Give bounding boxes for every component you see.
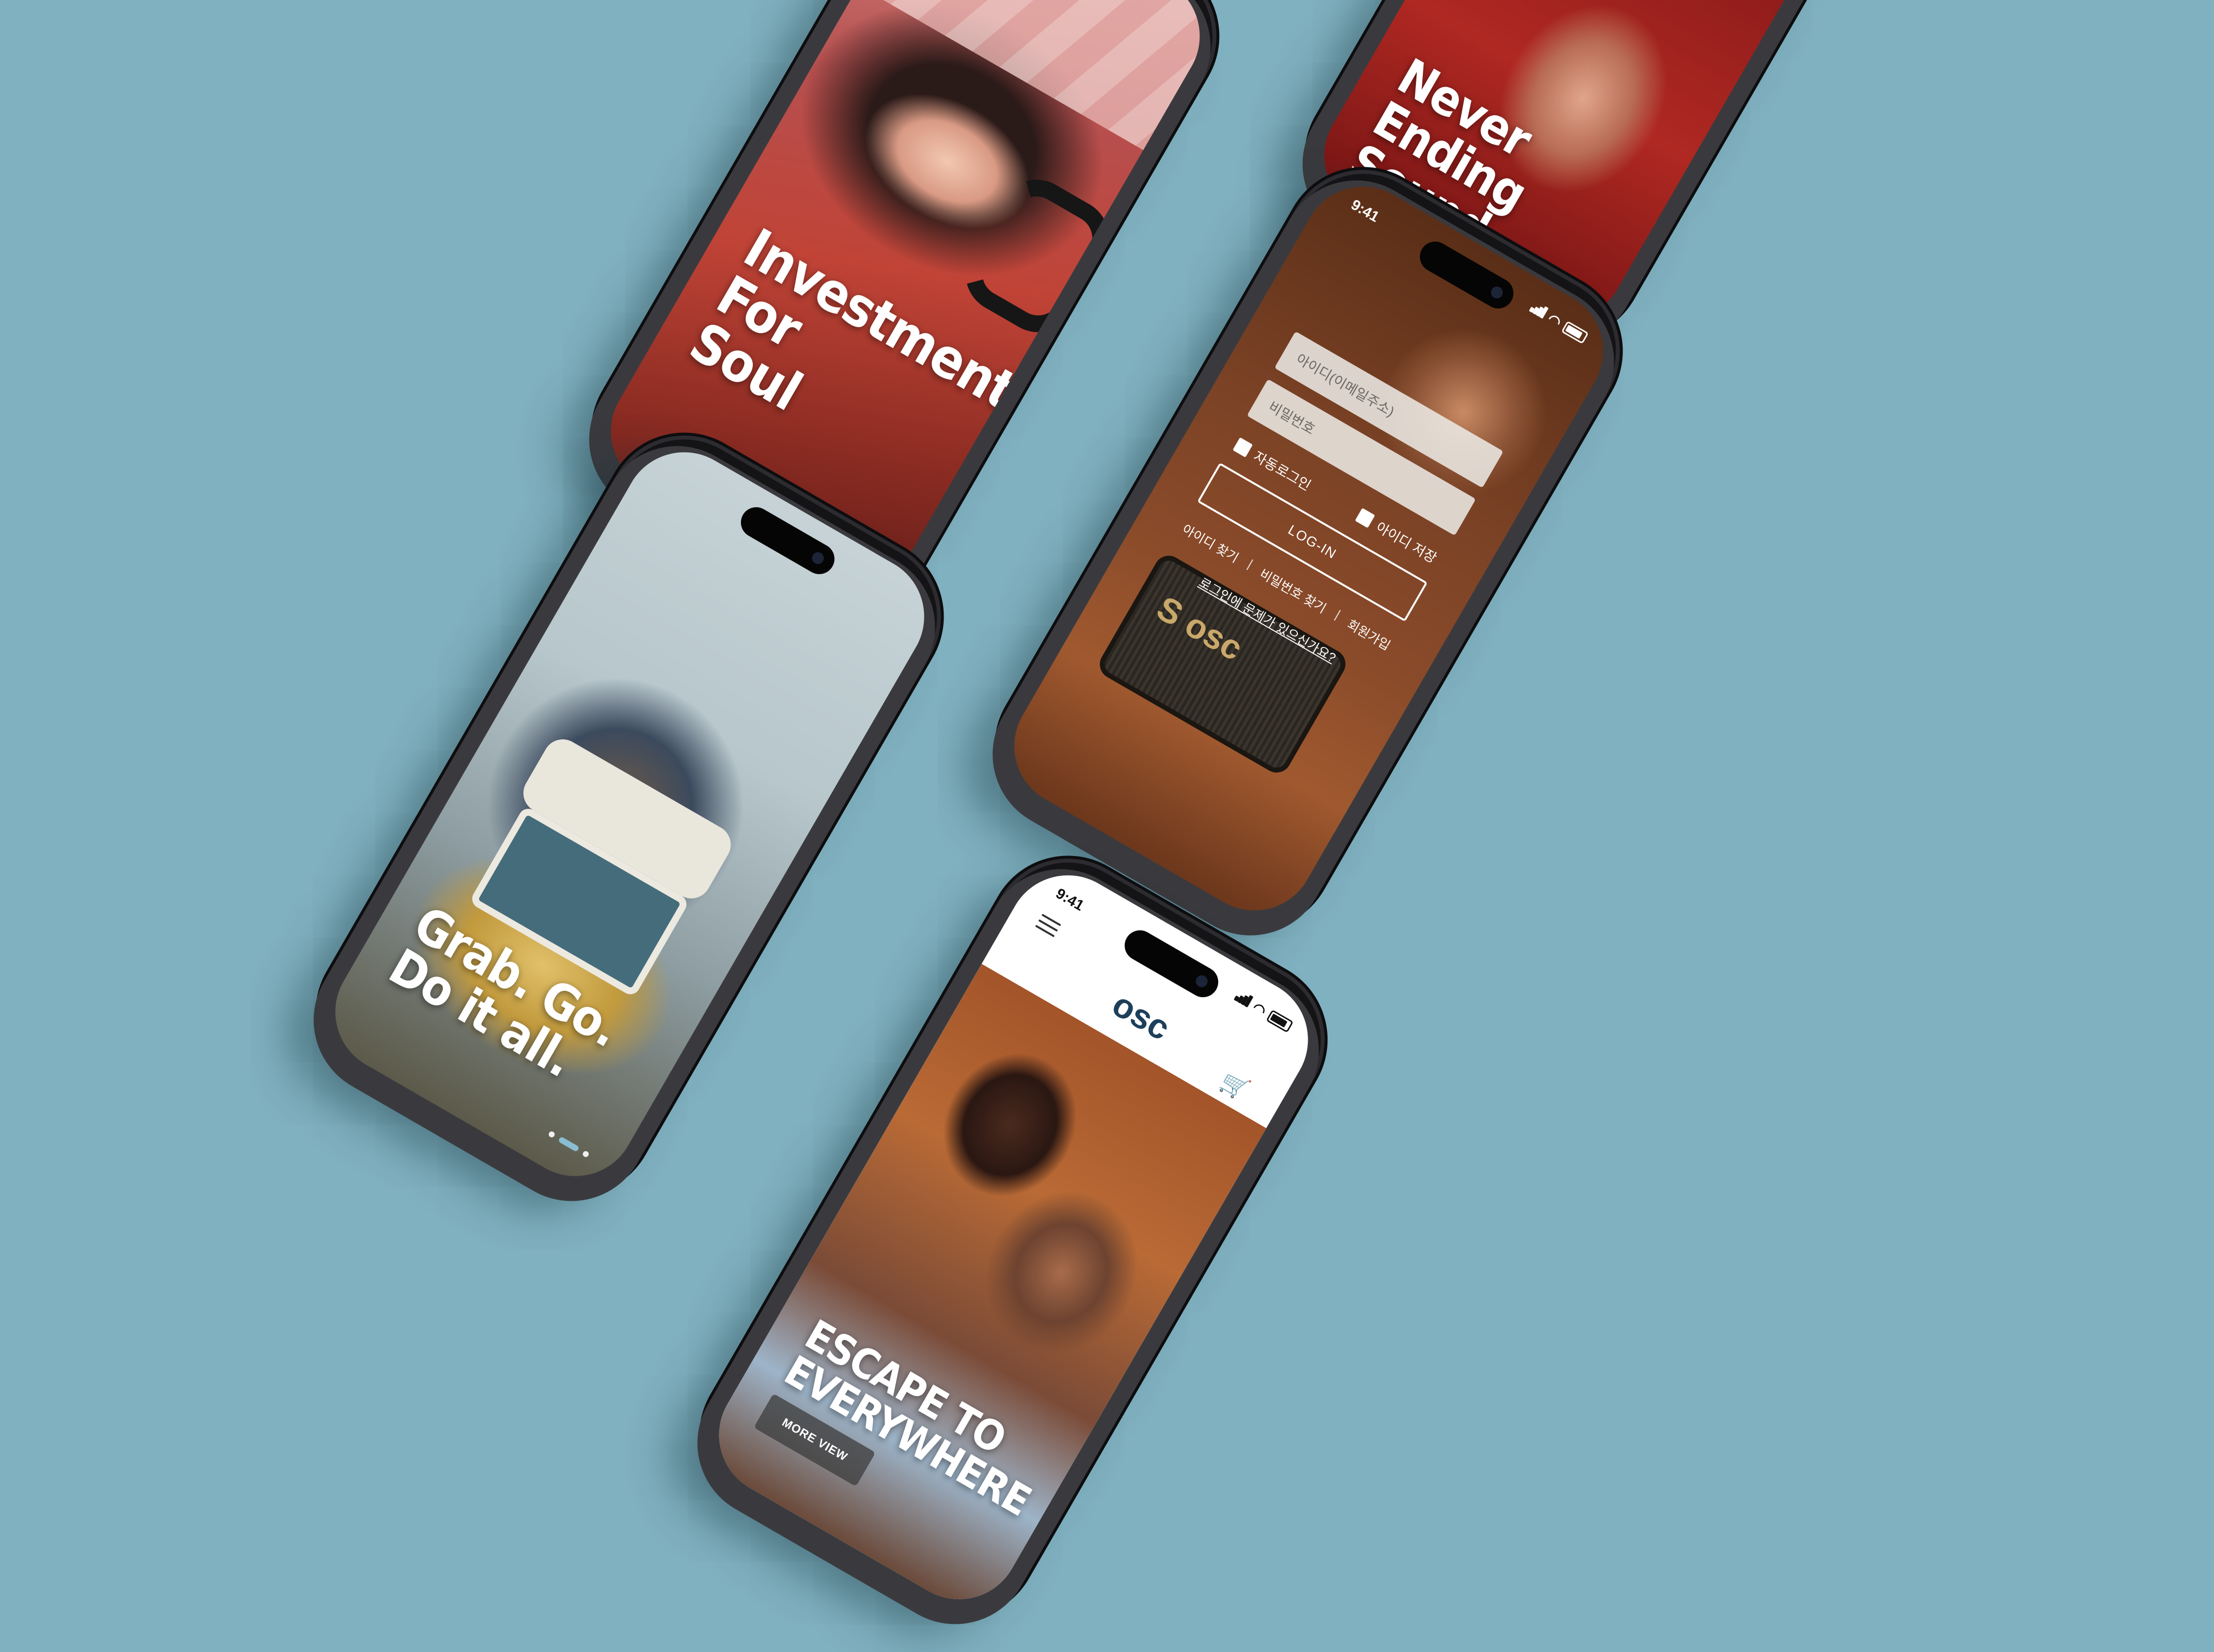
find-id-link[interactable]: 아이디 찾기 xyxy=(1179,520,1242,566)
link-separator: | xyxy=(1245,556,1256,571)
link-separator: | xyxy=(1333,607,1343,622)
phone-grab-go: Grab. Go. Do it all. xyxy=(285,412,964,1229)
dynamic-island xyxy=(735,501,840,580)
carousel-dot-1[interactable] xyxy=(548,1130,556,1139)
signup-link[interactable]: 회원가입 xyxy=(1344,614,1394,654)
carousel-dot-2[interactable] xyxy=(557,1136,580,1153)
phone-escape-to-everywhere: 9:41 ◠ osc 🛒 ESCAPE TO EVERYWHERE MORE V… xyxy=(669,835,1348,1652)
dynamic-island xyxy=(1414,236,1519,314)
battery-icon xyxy=(1265,1009,1294,1033)
carousel-dot-3[interactable] xyxy=(582,1150,590,1159)
phone-screen[interactable]: Grab. Go. Do it all. xyxy=(313,429,947,1199)
wifi-icon: ◠ xyxy=(1249,999,1269,1020)
phone-screen: 9:41 ◠ osc 🛒 ESCAPE TO EVERYWHERE MORE V… xyxy=(697,853,1330,1622)
signal-icon xyxy=(1231,988,1254,1010)
mockup-scene: Investment For Soul Never Ending Sound 9 xyxy=(0,0,2214,1652)
status-time: 9:41 xyxy=(1348,196,1382,226)
status-time: 9:41 xyxy=(1053,885,1087,915)
signal-icon xyxy=(1527,300,1549,322)
carousel-indicator[interactable] xyxy=(548,1130,590,1159)
hamburger-icon[interactable] xyxy=(1035,914,1061,938)
checkbox-icon[interactable] xyxy=(1355,508,1376,528)
wifi-icon: ◠ xyxy=(1544,310,1565,331)
checkbox-icon[interactable] xyxy=(1232,437,1253,458)
battery-icon xyxy=(1561,320,1589,344)
